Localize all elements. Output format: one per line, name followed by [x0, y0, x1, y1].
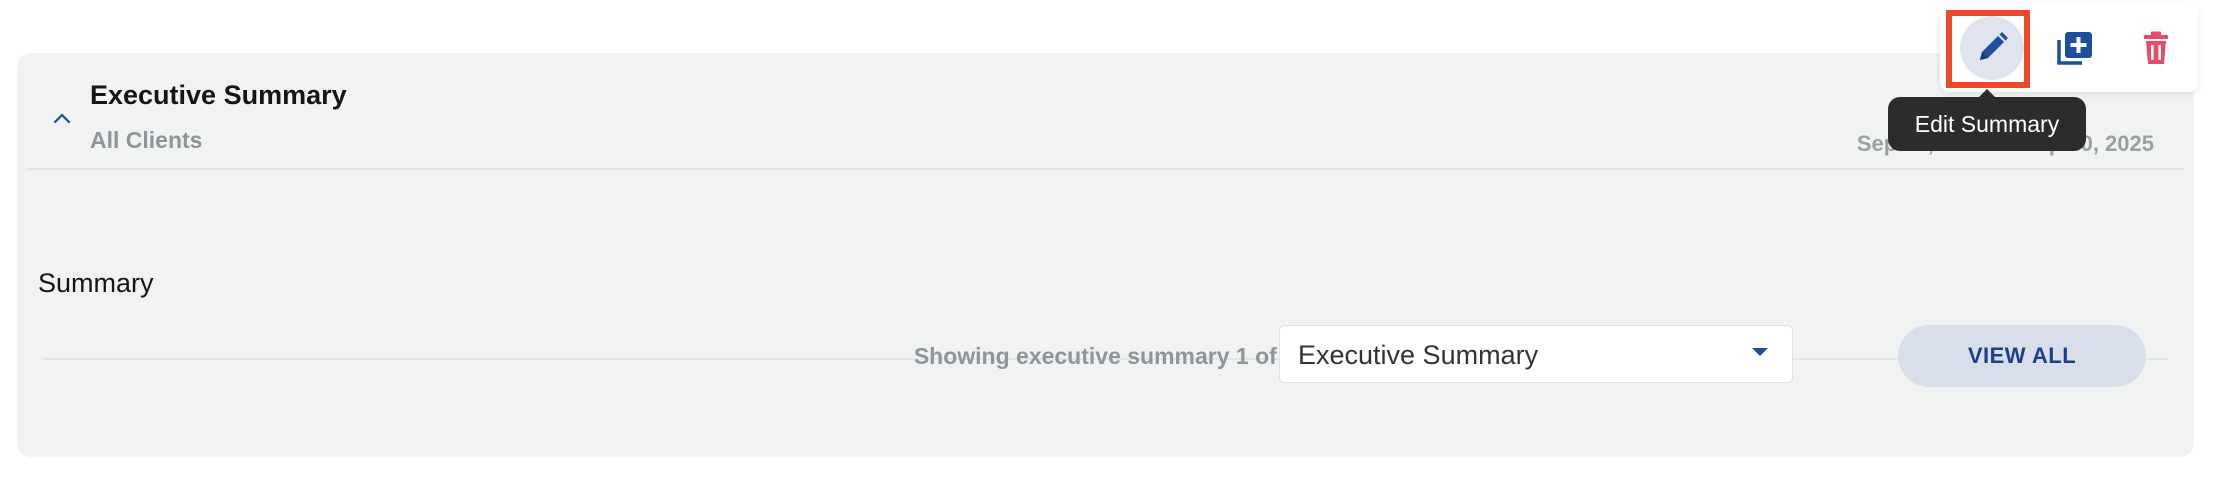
- header-divider: [27, 168, 2184, 170]
- summary-select-value: Executive Summary: [1298, 340, 1539, 370]
- pager-text: Showing executive summary 1 of 1: [913, 343, 1296, 369]
- card-subtitle: All Clients: [90, 127, 203, 153]
- delete-summary-button[interactable]: [2124, 16, 2188, 80]
- trash-icon: [2144, 31, 2168, 64]
- summary-body-text: Summary: [38, 268, 154, 298]
- add-copy-icon: [2057, 32, 2092, 65]
- edit-button-highlight: [1946, 10, 2030, 88]
- view-all-button[interactable]: VIEW ALL: [1898, 325, 2146, 387]
- executive-summary-card: Executive Summary All Clients Sep 01, 20…: [17, 53, 2194, 457]
- add-summary-button[interactable]: [2042, 16, 2106, 80]
- collapse-chevron-icon[interactable]: [47, 103, 77, 133]
- edit-summary-tooltip: Edit Summary: [1888, 89, 2086, 151]
- caret-down-icon: [1752, 348, 1768, 356]
- summary-select[interactable]: Executive Summary: [1279, 325, 1793, 383]
- card-title: Executive Summary: [90, 80, 347, 110]
